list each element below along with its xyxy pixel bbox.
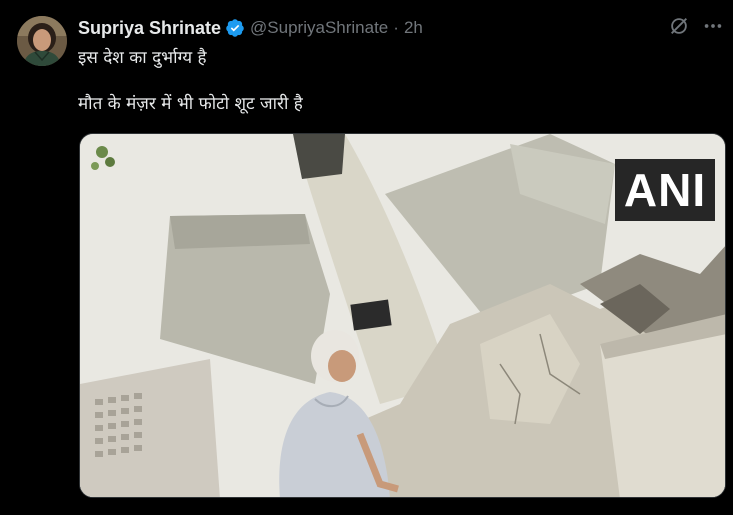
post-text-line-2: मौत के मंज़र में भी फोटो शूट जारी है <box>78 94 303 114</box>
tweet-actions-top <box>667 14 725 38</box>
verified-badge-icon[interactable] <box>225 18 245 38</box>
more-dots-icon[interactable] <box>701 14 725 38</box>
separator-dot: · <box>393 18 399 37</box>
handle[interactable]: @SupriyaShrinate <box>250 18 388 38</box>
avatar-image <box>17 16 67 66</box>
tweet: Supriya Shrinate @SupriyaShrinate · 2h इ… <box>0 0 733 515</box>
post-media-image[interactable]: ANI <box>79 133 726 498</box>
avatar[interactable] <box>17 16 67 66</box>
timestamp[interactable]: 2h <box>404 18 423 38</box>
tweet-header: Supriya Shrinate @SupriyaShrinate · 2h <box>78 16 423 40</box>
grok-slash-icon[interactable] <box>667 14 691 38</box>
post-text-line-1: इस देश का दुर्भाग्य है <box>78 48 207 68</box>
display-name[interactable]: Supriya Shrinate <box>78 18 221 39</box>
ani-watermark-text: ANI <box>623 164 707 216</box>
ani-watermark: ANI <box>615 159 715 221</box>
